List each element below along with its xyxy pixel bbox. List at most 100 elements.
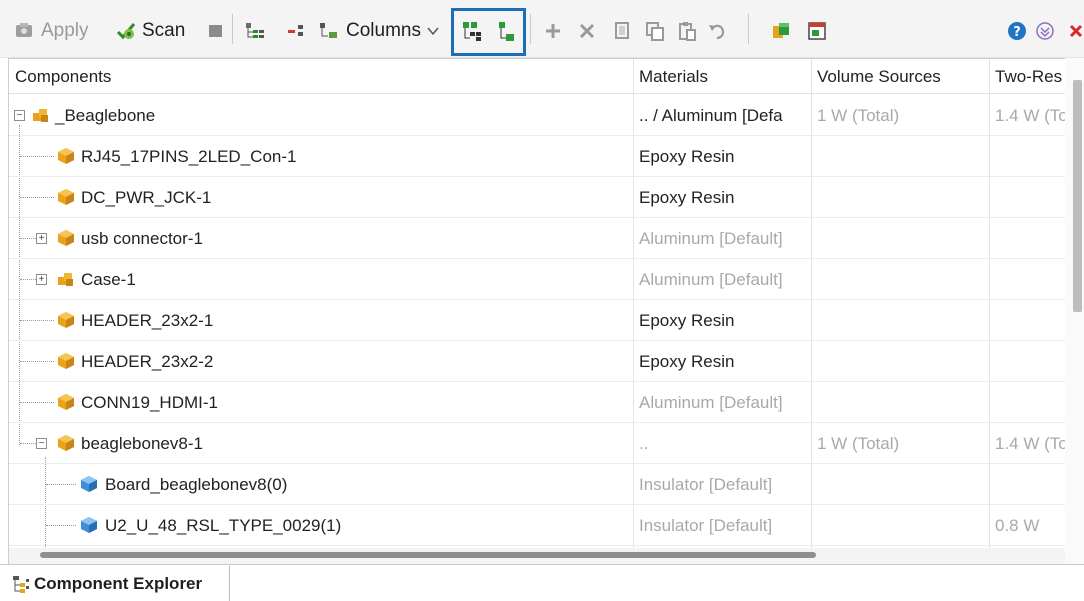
- body-cube-icon: [81, 476, 97, 492]
- collapse-all-icon[interactable]: [497, 20, 519, 42]
- filter-tree-icon[interactable]: [318, 20, 340, 42]
- vertical-scrollbar-thumb[interactable]: [1073, 80, 1082, 312]
- apply-button[interactable]: Apply: [14, 17, 89, 45]
- material-cell: ..: [639, 434, 649, 453]
- material-cell: Aluminum [Default]: [639, 393, 783, 412]
- material-cell: Epoxy Resin: [639, 352, 735, 371]
- stop-icon[interactable]: [205, 20, 227, 42]
- table-row[interactable]: HEADER_23x2-2 Epoxy Resin: [9, 341, 1084, 382]
- chevron-down-icon: [427, 27, 439, 36]
- table-row[interactable]: Board_beaglebonev8(0) Insulator [Default…: [9, 464, 1084, 505]
- toolbar-separator: [530, 14, 531, 44]
- part-cube-icon: [58, 189, 74, 205]
- tree-guide: [20, 443, 36, 444]
- apply-icon: [16, 23, 32, 37]
- part-cube-icon: [58, 435, 74, 451]
- assembly-icon: [58, 273, 73, 286]
- toolbar: Apply Scan Columns ?: [0, 0, 1084, 58]
- table-row[interactable]: CONN19_HDMI-1 Aluminum [Default]: [9, 382, 1084, 423]
- toolbar-separator: [232, 14, 233, 44]
- component-name: HEADER_23x2-1: [81, 311, 214, 330]
- material-cell: Insulator [Default]: [639, 516, 773, 535]
- volume-sources-cell: 1 W (Total): [817, 434, 900, 453]
- columns-label: Columns: [346, 20, 421, 41]
- tree-guide: [20, 402, 54, 403]
- expand-all-icon[interactable]: [461, 20, 483, 42]
- scan-button[interactable]: Scan: [115, 17, 185, 45]
- tree-guide: [20, 361, 54, 362]
- tree-guide: [20, 279, 36, 280]
- tree-guide: [46, 525, 76, 526]
- tree-structure-icon[interactable]: [244, 20, 266, 42]
- columns-dropdown[interactable]: Columns: [346, 17, 439, 45]
- component-name: DC_PWR_JCK-1: [81, 188, 212, 207]
- duplicate-icon[interactable]: [644, 20, 666, 42]
- material-cell: Epoxy Resin: [639, 188, 735, 207]
- part-cube-icon: [58, 312, 74, 328]
- tree-guide: [20, 197, 54, 198]
- scan-icon: [116, 23, 136, 40]
- column-header-materials[interactable]: Materials: [633, 59, 811, 94]
- material-cell: .. / Aluminum [Defa: [639, 106, 783, 125]
- remove-filter-icon[interactable]: [286, 20, 308, 42]
- part-cube-icon: [58, 394, 74, 410]
- svg-text:?: ?: [1013, 25, 1021, 40]
- scan-label: Scan: [142, 20, 186, 41]
- component-name: CONN19_HDMI-1: [81, 393, 218, 412]
- table-row[interactable]: − beaglebonev8-1 .. 1 W (Total) 1.4 W (T…: [9, 423, 1084, 464]
- material-cell: Aluminum [Default]: [639, 229, 783, 248]
- column-header-volume-sources[interactable]: Volume Sources: [811, 59, 989, 94]
- table-view-icon[interactable]: [806, 20, 828, 42]
- material-cell: Epoxy Resin: [639, 147, 735, 166]
- assembly-icon: [33, 109, 48, 122]
- copy-icon[interactable]: [612, 20, 634, 42]
- part-cube-icon: [58, 148, 74, 164]
- tab-label: Component Explorer: [34, 573, 203, 593]
- add-icon[interactable]: [542, 20, 564, 42]
- collapse-toggle[interactable]: −: [14, 110, 25, 121]
- tree-guide: [20, 238, 36, 239]
- collapse-toggle[interactable]: −: [36, 438, 47, 449]
- help-icon[interactable]: ?: [1006, 20, 1028, 42]
- material-cell: Aluminum [Default]: [639, 270, 783, 289]
- paste-icon[interactable]: [676, 20, 698, 42]
- table-row[interactable]: + Case-1 Aluminum [Default]: [9, 259, 1084, 300]
- component-name: RJ45_17PINS_2LED_Con-1: [81, 147, 297, 166]
- component-explorer-icon: [13, 575, 29, 593]
- body-cube-icon: [81, 517, 97, 533]
- toolbar-separator: [748, 14, 749, 44]
- tree-guide: [20, 320, 54, 321]
- component-name: HEADER_23x2-2: [81, 352, 214, 371]
- column-header-components[interactable]: Components: [9, 59, 633, 94]
- undo-icon[interactable]: [706, 20, 728, 42]
- table-row[interactable]: − _Beaglebone .. / Aluminum [Defa 1 W (T…: [9, 95, 1084, 136]
- collapse-panel-icon[interactable]: [1034, 20, 1056, 42]
- apply-label: Apply: [41, 20, 89, 41]
- table-row[interactable]: + usb connector-1 Aluminum [Default]: [9, 218, 1084, 259]
- delete-icon[interactable]: [576, 20, 598, 42]
- part-cube-icon: [58, 230, 74, 246]
- expand-toggle[interactable]: +: [36, 233, 47, 244]
- material-cell: Epoxy Resin: [639, 311, 735, 330]
- close-icon[interactable]: [1066, 20, 1084, 42]
- table-row[interactable]: RJ45_17PINS_2LED_Con-1 Epoxy Resin: [9, 136, 1084, 177]
- tree-guide: [46, 484, 76, 485]
- table-row[interactable]: U2_U_48_RSL_TYPE_0029(1) Insulator [Defa…: [9, 505, 1084, 546]
- assign-material-icon[interactable]: [770, 20, 792, 42]
- horizontal-scrollbar-thumb[interactable]: [40, 552, 816, 558]
- component-tree-table: Components Materials Volume Sources Two-…: [8, 58, 1084, 564]
- tab-component-explorer[interactable]: Component Explorer: [8, 566, 230, 601]
- component-name: U2_U_48_RSL_TYPE_0029(1): [105, 516, 342, 535]
- component-name: beaglebonev8-1: [81, 434, 203, 453]
- component-name: Case-1: [81, 270, 136, 289]
- expand-toggle[interactable]: +: [36, 274, 47, 285]
- tree-guide: [20, 156, 54, 157]
- component-name: _Beaglebone: [55, 106, 156, 125]
- table-header: Components Materials Volume Sources Two-…: [9, 59, 1084, 94]
- component-name: Board_beaglebonev8(0): [105, 475, 288, 494]
- part-cube-icon: [58, 353, 74, 369]
- table-row[interactable]: HEADER_23x2-1 Epoxy Resin: [9, 300, 1084, 341]
- volume-sources-cell: 1 W (Total): [817, 106, 900, 125]
- component-name: usb connector-1: [81, 229, 203, 248]
- table-row[interactable]: DC_PWR_JCK-1 Epoxy Resin: [9, 177, 1084, 218]
